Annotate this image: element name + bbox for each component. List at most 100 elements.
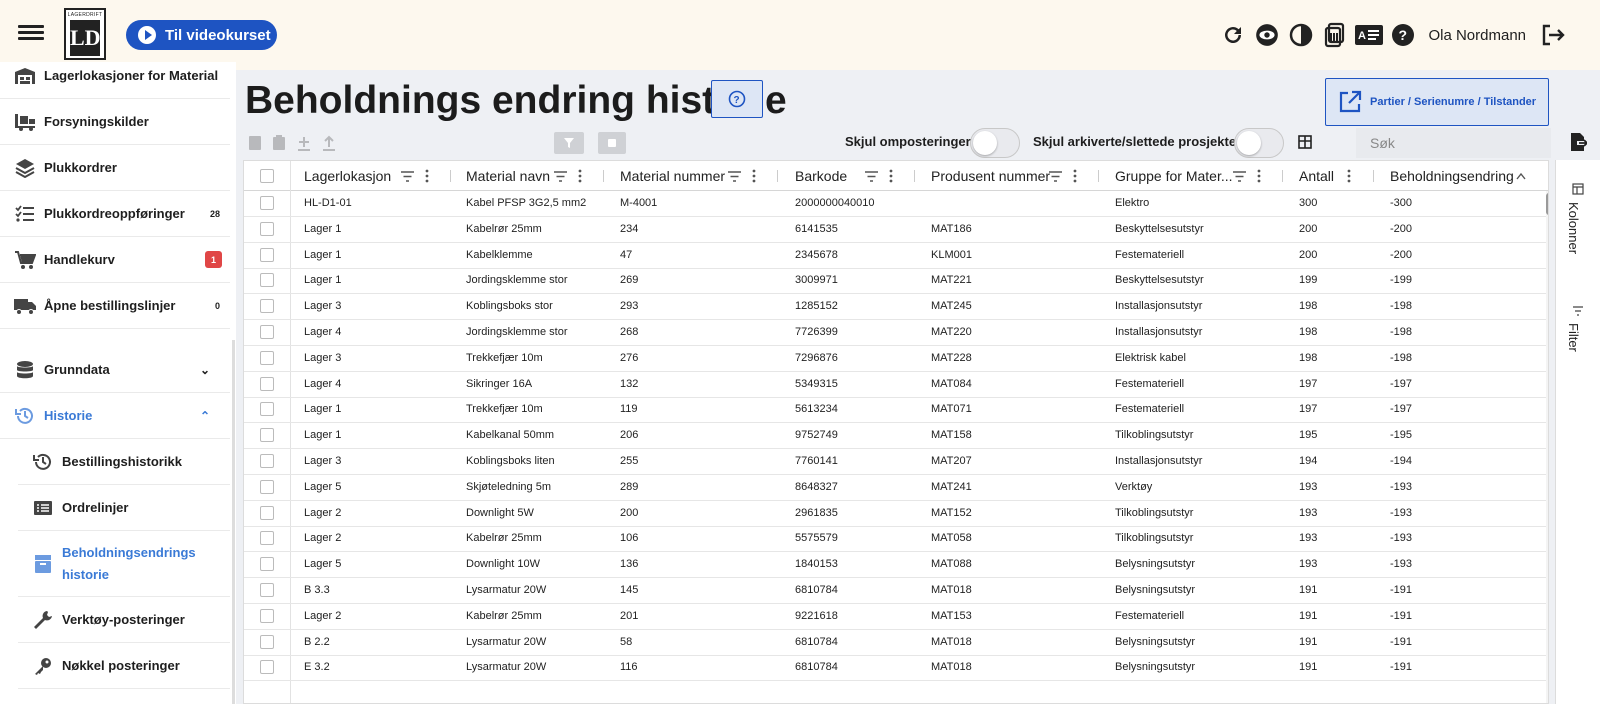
table-row[interactable]: HL-D1-01 Kabel PFSP 3G2,5 mm2 M-4001 200000… — [244, 191, 1548, 217]
grid-view-icon[interactable] — [1298, 135, 1312, 154]
row-checkbox[interactable] — [260, 557, 274, 572]
sidebar-item-lagerlokasjoner[interactable]: Lagerlokasjoner for Material — [0, 53, 230, 99]
column-header[interactable]: Beholdningsendring — [1390, 161, 1514, 191]
clipboard-icon[interactable] — [1318, 18, 1352, 52]
column-filter-icon[interactable] — [1233, 161, 1246, 191]
row-checkbox[interactable] — [260, 608, 274, 623]
user-name[interactable]: Ola Nordmann — [1428, 27, 1526, 44]
row-checkbox[interactable] — [260, 660, 274, 675]
sidebar-item-plukkordreoppforinger[interactable]: Plukkordreoppføringer 28 — [0, 191, 230, 237]
row-checkbox[interactable] — [260, 402, 274, 417]
sidebar-item-grunndata[interactable]: Grunndata ⌄ — [0, 347, 230, 393]
sidebar-item-nokkel-posteringer[interactable]: Nøkkel posteringer — [18, 643, 230, 689]
logout-icon[interactable] — [1536, 18, 1570, 52]
table-row[interactable]: Lager 3 Trekkefjær 10m 276 7296876 MAT228 Ele… — [244, 346, 1548, 372]
contrast-icon[interactable] — [1284, 18, 1318, 52]
sidebar-item-bestillingshistorikk[interactable]: Bestillingshistorikk — [18, 439, 230, 485]
table-row[interactable]: B 2.2 Lysarmatur 20W 58 6810784 MAT018 Belysn… — [244, 630, 1548, 656]
table-row[interactable]: Lager 3 Koblingsboks stor 293 1285152 MAT245… — [244, 294, 1548, 321]
sidebar-item-verktoy-posteringer[interactable]: Verktøy-posteringer — [18, 597, 230, 643]
row-checkbox[interactable] — [260, 634, 274, 649]
row-checkbox[interactable] — [260, 531, 274, 546]
filter-icon[interactable] — [1572, 303, 1584, 321]
refresh-icon[interactable] — [1216, 18, 1250, 52]
grid-scrollbar[interactable] — [1546, 191, 1548, 703]
columns-icon[interactable] — [1572, 182, 1584, 200]
table-row[interactable]: Lager 2 Downlight 5W 200 2961835 MAT152 Tilko… — [244, 501, 1548, 527]
row-checkbox[interactable] — [260, 299, 274, 314]
column-filter-icon[interactable] — [554, 161, 567, 191]
toggle-omposteringer[interactable] — [970, 128, 1020, 158]
eye-icon[interactable] — [1250, 18, 1284, 52]
help-button[interactable]: ? — [711, 80, 763, 118]
sidebar-item-beholdningsendrings-historie[interactable]: Beholdningsendrings historie — [18, 531, 230, 597]
column-menu-icon[interactable] — [889, 161, 893, 191]
table-row[interactable]: Lager 1 Kabelkanal 50mm 206 9752749 MAT158 Ti… — [244, 423, 1548, 450]
column-menu-icon[interactable] — [752, 161, 756, 191]
sidebar-item-ordrelinjer[interactable]: Ordrelinjer — [18, 485, 230, 531]
partier-button[interactable]: Partier / Serienumre / Tilstander — [1325, 78, 1549, 126]
column-menu-icon[interactable] — [1257, 161, 1261, 191]
add-icon[interactable] — [297, 135, 311, 151]
table-row[interactable]: B 3.3 Lysarmatur 20W 145 6810784 MAT018 Belys… — [244, 578, 1548, 604]
row-checkbox[interactable] — [260, 583, 274, 597]
column-filter-icon[interactable] — [728, 161, 741, 191]
table-row[interactable]: E 3.2 Lysarmatur 20W 116 6810784 MAT018 Belys… — [244, 655, 1548, 682]
row-checkbox[interactable] — [260, 273, 274, 288]
column-header[interactable]: Material nummer — [620, 161, 725, 191]
sidebar-item-forsyningskilder[interactable]: Forsyningskilder — [0, 99, 230, 145]
id-card-icon[interactable]: A — [1352, 18, 1386, 52]
copy-icon[interactable] — [248, 135, 262, 151]
table-row[interactable]: Lager 1 Kabelklemme 47 2345678 KLM001 Festema… — [244, 243, 1548, 269]
column-filter-icon[interactable] — [865, 161, 878, 191]
sidebar-scrollbar[interactable] — [232, 340, 235, 704]
sidebar-item-handlekurv[interactable]: Handlekurv 1 — [0, 237, 230, 283]
sort-arrow-icon[interactable] — [1516, 161, 1526, 191]
column-header[interactable]: Lagerlokasjon — [304, 161, 391, 191]
sidebar-item-historie[interactable]: Historie ⌃ — [0, 393, 230, 439]
table-row[interactable]: Lager 3 Koblingsboks liten 255 7760141 MAT20… — [244, 449, 1548, 475]
row-checkbox[interactable] — [260, 350, 274, 365]
table-row[interactable]: Lager 2 Kabelrør 25mm 106 5575579 MAT058 Tilk… — [244, 526, 1548, 553]
sidebar-item-plukkordrer[interactable]: Plukkordrer — [0, 145, 230, 191]
video-course-button[interactable]: Til videokurset — [126, 20, 277, 50]
column-header[interactable]: Produsent nummer — [931, 161, 1050, 191]
row-checkbox[interactable] — [260, 454, 274, 468]
row-checkbox[interactable] — [260, 479, 274, 494]
table-row[interactable]: Lager 1 Jordingsklemme stor 269 3009971 MAT2… — [244, 268, 1548, 295]
sidebar-item-apne-bestillingslinjer[interactable]: Åpne bestillingslinjer 0 — [0, 283, 230, 329]
toggle-arkiverte[interactable] — [1234, 128, 1284, 158]
table-row[interactable]: Lager 2 Kabelrør 25mm 201 9221618 MAT153 Fest… — [244, 604, 1548, 630]
help-icon[interactable]: ? — [1386, 18, 1420, 52]
column-menu-icon[interactable] — [425, 161, 429, 191]
select-all-checkbox[interactable] — [260, 169, 274, 183]
filter-tab[interactable]: Filter — [1566, 323, 1581, 352]
column-header[interactable]: Antall — [1299, 161, 1334, 191]
row-checkbox[interactable] — [260, 221, 274, 236]
column-filter-icon[interactable] — [1049, 161, 1062, 191]
column-menu-icon[interactable] — [578, 161, 582, 191]
row-checkbox[interactable] — [260, 376, 274, 391]
menu-icon[interactable] — [18, 22, 44, 44]
column-menu-icon[interactable] — [1347, 161, 1351, 191]
row-checkbox[interactable] — [260, 196, 274, 210]
table-row[interactable]: Lager 1 Kabelrør 25mm 234 6141535 MAT186 Besk… — [244, 217, 1548, 243]
paste-icon[interactable] — [272, 135, 286, 151]
column-header[interactable]: Barkode — [795, 161, 847, 191]
table-row[interactable]: Lager 5 Downlight 10W 136 1840153 MAT088 Bely… — [244, 552, 1548, 579]
table-row[interactable]: Lager 1 Trekkefjær 10m 119 5613234 MAT071 Fes… — [244, 397, 1548, 424]
table-row[interactable]: Lager 4 Jordingsklemme stor 268 7726399 MAT2… — [244, 320, 1548, 346]
row-checkbox[interactable] — [260, 505, 274, 520]
filter-button[interactable] — [554, 132, 584, 154]
table-row[interactable]: Lager 4 Sikringer 16A 132 5349315 MAT084 Fest… — [244, 372, 1548, 398]
columns-tab[interactable]: Kolonner — [1566, 202, 1581, 254]
column-filter-icon[interactable] — [401, 161, 414, 191]
upload-icon[interactable] — [322, 135, 336, 151]
table-row[interactable]: Lager 5 Skjøteledning 5m 289 8648327 MAT241 V… — [244, 475, 1548, 501]
export-icon[interactable] — [1569, 132, 1589, 157]
stop-button[interactable] — [598, 132, 626, 154]
row-checkbox[interactable] — [260, 428, 274, 443]
row-checkbox[interactable] — [260, 247, 274, 262]
column-header[interactable]: Gruppe for Mater... — [1115, 161, 1233, 191]
column-menu-icon[interactable] — [1073, 161, 1077, 191]
